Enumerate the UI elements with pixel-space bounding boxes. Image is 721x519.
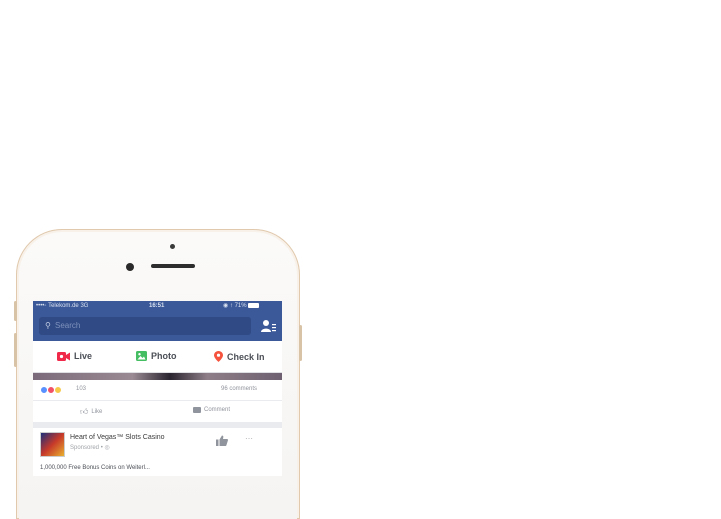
reaction-icons (40, 386, 62, 394)
comment-label: Comment (204, 407, 231, 413)
front-camera (126, 263, 134, 271)
sponsored-label: Sponsored • ◎ (70, 445, 110, 451)
clock: 16:51 (149, 303, 165, 309)
photo-icon (136, 351, 147, 361)
battery-percent: 71% (234, 303, 247, 309)
phone-side-button-left-2 (14, 333, 17, 367)
earpiece-speaker (151, 264, 195, 268)
post-text: 1,000,000 Free Bonus Coins on Weiterl... (40, 465, 150, 471)
reactions-summary[interactable]: 103 96 comments (33, 380, 282, 400)
post-actions: 👍︎ Like Comment (33, 400, 282, 428)
phone-side-button-right (299, 325, 302, 361)
battery-icon (248, 302, 260, 308)
comment-button[interactable]: Comment (193, 407, 230, 413)
friend-requests-icon[interactable] (260, 318, 276, 334)
location-icon: ◉ ↑ (223, 303, 233, 309)
photo-label: Photo (151, 351, 177, 361)
composer-actions: Live Photo Check In (33, 341, 282, 373)
haha-reaction-icon (54, 386, 62, 394)
search-input[interactable]: ⚲ Search (39, 317, 251, 335)
check-in-button[interactable]: Check In (214, 351, 265, 362)
check-in-label: Check In (227, 351, 265, 362)
status-right: ◉ ↑ 71% (223, 301, 260, 312)
more-options-icon[interactable]: ⋯ (245, 434, 254, 443)
reaction-count: 103 (76, 386, 87, 392)
top-navigation: ⚲ Search (33, 312, 282, 341)
live-label: Live (74, 351, 93, 361)
carrier-label: ••••◦ Telekom.de 3G (36, 303, 89, 309)
comments-count[interactable]: 96 comments (221, 386, 257, 392)
post-photo[interactable] (33, 373, 282, 380)
thumbs-up-icon: 👍︎ (80, 407, 89, 416)
like-button[interactable]: 👍︎ Like (80, 407, 102, 417)
like-page-icon[interactable] (216, 435, 228, 446)
status-bar: ••••◦ Telekom.de 3G 16:51 ◉ ↑ 71% (33, 301, 282, 312)
sponsored-post: Heart of Vegas™ Slots Casino Sponsored •… (33, 428, 282, 471)
live-button[interactable]: Live (57, 351, 92, 361)
like-label: Like (91, 409, 103, 415)
search-icon: ⚲ (45, 321, 51, 330)
proximity-sensor (170, 244, 175, 249)
live-video-icon (57, 351, 70, 361)
search-placeholder: Search (55, 321, 81, 330)
phone-side-button-left (14, 301, 17, 321)
location-pin-icon (214, 351, 223, 362)
photo-button[interactable]: Photo (136, 351, 177, 361)
comment-icon (193, 407, 201, 413)
page-name[interactable]: Heart of Vegas™ Slots Casino (70, 434, 165, 441)
phone-screen: ••••◦ Telekom.de 3G 16:51 ◉ ↑ 71% ⚲ Sear… (33, 301, 282, 476)
page-avatar[interactable] (40, 432, 65, 457)
